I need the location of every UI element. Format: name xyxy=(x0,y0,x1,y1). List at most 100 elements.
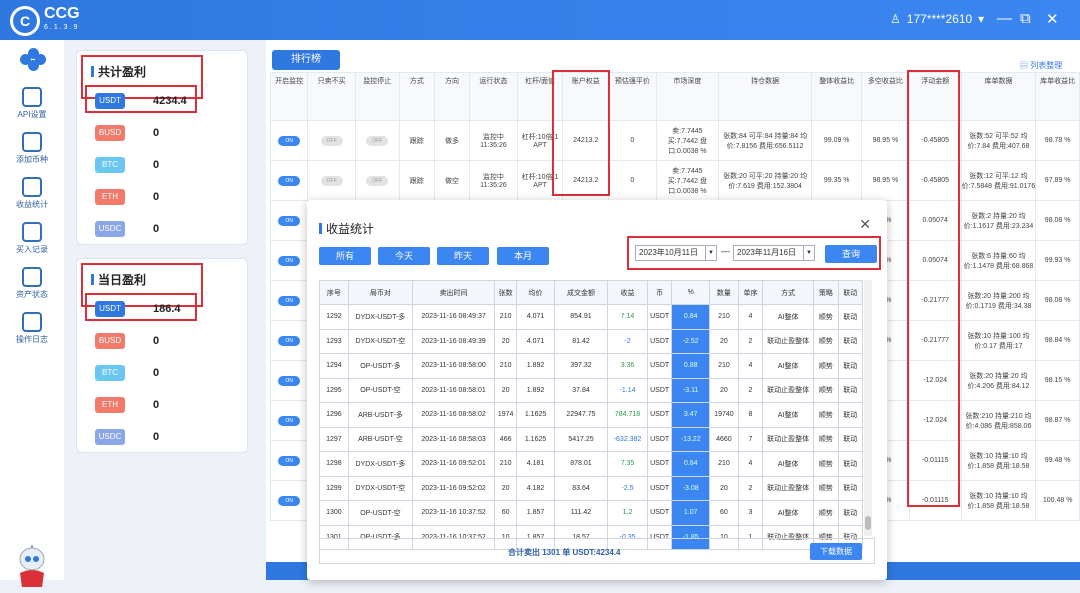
toggle-on[interactable]: ON xyxy=(278,335,301,346)
nav-item-3[interactable]: 买入记录 xyxy=(0,222,64,255)
table-row: 1296 ARB-USDT-多 2023-11-16 08:58:02 1974 1.1… xyxy=(319,402,864,428)
app-version: 6.1.3.9 xyxy=(44,24,80,31)
table-cell: 22947.75 xyxy=(553,402,609,428)
toggle-off[interactable]: OFF xyxy=(320,135,343,146)
minimize-icon[interactable]: — xyxy=(997,10,1012,27)
table-cell: 1.1625 xyxy=(516,402,555,428)
coin-badge: BTC xyxy=(95,157,125,173)
table-cell: 4 xyxy=(737,353,764,379)
chevron-down-icon: ▾ xyxy=(978,12,985,26)
ranking-button[interactable]: 排行榜 xyxy=(272,50,340,70)
coin-badge: USDC xyxy=(95,429,125,445)
today-profit-card: 当日盈利 USDT 186.4 BUSD 0 BTC 0 ETH 0 USDC 0 xyxy=(76,258,248,453)
close-icon[interactable]: ✕ xyxy=(859,216,871,233)
table-cell: 顺势 xyxy=(813,353,839,379)
toggle-on[interactable]: ON xyxy=(278,135,301,146)
table-cell: 19740 xyxy=(709,402,739,428)
close-icon[interactable]: ✕ xyxy=(1046,10,1059,28)
column-header: 币 xyxy=(646,280,673,305)
table-cell: 1974 xyxy=(494,402,518,428)
table-cell: 98.08 % xyxy=(1035,200,1080,241)
table-cell: ARB-USDT-多 xyxy=(347,402,414,428)
header-row: 序号 局币对 卖出时间 张数 均价 成交金额 收益币% 数量 单序 方式 策略 联动 xyxy=(319,280,864,305)
list-view-link[interactable]: ▤ 列表整理 xyxy=(1020,60,1062,71)
coin-value: 186.4 xyxy=(153,303,181,315)
toggle-on[interactable]: ON xyxy=(278,375,301,386)
nav-item-2[interactable]: 收益统计 xyxy=(0,177,64,210)
toggle-on[interactable]: ON xyxy=(278,215,301,226)
table-cell: 98.08 % xyxy=(1035,280,1080,321)
table-cell: 60 xyxy=(709,500,739,526)
toggle-off[interactable]: OFF xyxy=(320,175,343,186)
robot-mascot-icon xyxy=(12,545,52,590)
modal-title: 收益统计 xyxy=(319,220,374,237)
toggle-on[interactable]: ON xyxy=(278,255,301,266)
table-cell: 210 xyxy=(494,353,518,379)
toggle-on[interactable]: ON xyxy=(278,495,301,506)
nav-item-4[interactable]: 资产状态 xyxy=(0,267,64,300)
end-date-input[interactable]: 2023年11月16日 ▼ xyxy=(733,245,815,261)
scrollbar-thumb[interactable] xyxy=(865,516,871,530)
table-cell: USDT xyxy=(646,402,673,428)
table-cell: -3.11 xyxy=(671,377,711,403)
table-cell: 2023-11-16 08:49:39 xyxy=(412,328,496,354)
filter-yesterday-button[interactable]: 昨天 xyxy=(437,247,489,265)
toggle-off[interactable]: OFF xyxy=(366,135,389,146)
table-cell: 顺势 xyxy=(813,426,839,452)
filter-month-button[interactable]: 本月 xyxy=(497,247,549,265)
column-header: 数量 xyxy=(709,280,739,305)
user-menu[interactable]: ♙ 177****2610 ▾ xyxy=(890,12,984,26)
table-cell: 卖:7.7445 买:7.7442 盘口:0.0038 % xyxy=(655,160,719,201)
query-button[interactable]: 查询 xyxy=(825,245,877,263)
coin-add-icon xyxy=(22,132,42,152)
table-cell: OP-USDT-多 xyxy=(347,353,414,379)
toggle-off[interactable]: OFF xyxy=(366,175,389,186)
table-cell: ON xyxy=(269,400,309,441)
table-row: 1294 OP-USDT-多 2023-11-16 08:58:00 210 1.892… xyxy=(319,353,864,379)
user-icon: ♙ xyxy=(890,12,901,26)
table-cell: 顺势 xyxy=(813,304,839,330)
column-header: 卖出时间 xyxy=(412,280,496,305)
table-cell: 210 xyxy=(709,451,739,477)
download-button[interactable]: 下载数据 xyxy=(810,543,862,560)
table-cell: 2023-11-16 08:49:37 xyxy=(412,304,496,330)
column-header: 开启监控 xyxy=(269,72,309,121)
chevron-down-icon: ▼ xyxy=(705,246,716,260)
table-cell: -2 xyxy=(607,328,648,354)
nav-item-1[interactable]: 添加币种 xyxy=(0,132,64,165)
coin-badge: ETH xyxy=(95,397,125,413)
table-cell: 1298 xyxy=(319,451,349,477)
table-cell: 878.01 xyxy=(553,451,609,477)
table-cell: 1292 xyxy=(319,304,349,330)
table-cell: USDT xyxy=(646,426,673,452)
column-header: 监控停止 xyxy=(355,72,400,121)
table-cell: 98.87 % xyxy=(1035,400,1080,441)
table-cell: 联动 xyxy=(837,426,864,452)
table-cell: 98.84 % xyxy=(1035,320,1080,361)
toggle-on[interactable]: ON xyxy=(278,455,301,466)
nav-item-5[interactable]: 操作日志 xyxy=(0,312,64,345)
toggle-on[interactable]: ON xyxy=(278,295,301,306)
table-cell: 20 xyxy=(709,475,739,501)
table-cell: DYDX-USDT-空 xyxy=(347,328,414,354)
maximize-icon[interactable]: ⧉ xyxy=(1020,10,1031,27)
nav-item-0[interactable]: API设置 xyxy=(0,87,64,120)
table-scrollbar[interactable] xyxy=(864,280,872,536)
table-cell: 顺势 xyxy=(813,402,839,428)
filter-all-button[interactable]: 所有 xyxy=(319,247,371,265)
table-cell: 联动 xyxy=(837,475,864,501)
column-header: 运行状态 xyxy=(469,72,518,121)
toggle-on[interactable]: ON xyxy=(278,175,301,186)
table-cell: 联动 xyxy=(837,500,864,526)
table-cell: ON xyxy=(269,360,309,401)
table-cell: 1299 xyxy=(319,475,349,501)
table-cell: 顺势 xyxy=(813,475,839,501)
start-date-input[interactable]: 2023年10月11日 ▼ xyxy=(635,245,717,261)
column-header: 多空收益比 xyxy=(861,72,910,121)
table-cell: USDT xyxy=(646,451,673,477)
coin-value: 0 xyxy=(153,335,160,347)
column-header: 库单数据 xyxy=(960,72,1037,121)
toggle-on[interactable]: ON xyxy=(278,415,301,426)
coin-badge: BTC xyxy=(95,365,125,381)
filter-today-button[interactable]: 今天 xyxy=(378,247,430,265)
